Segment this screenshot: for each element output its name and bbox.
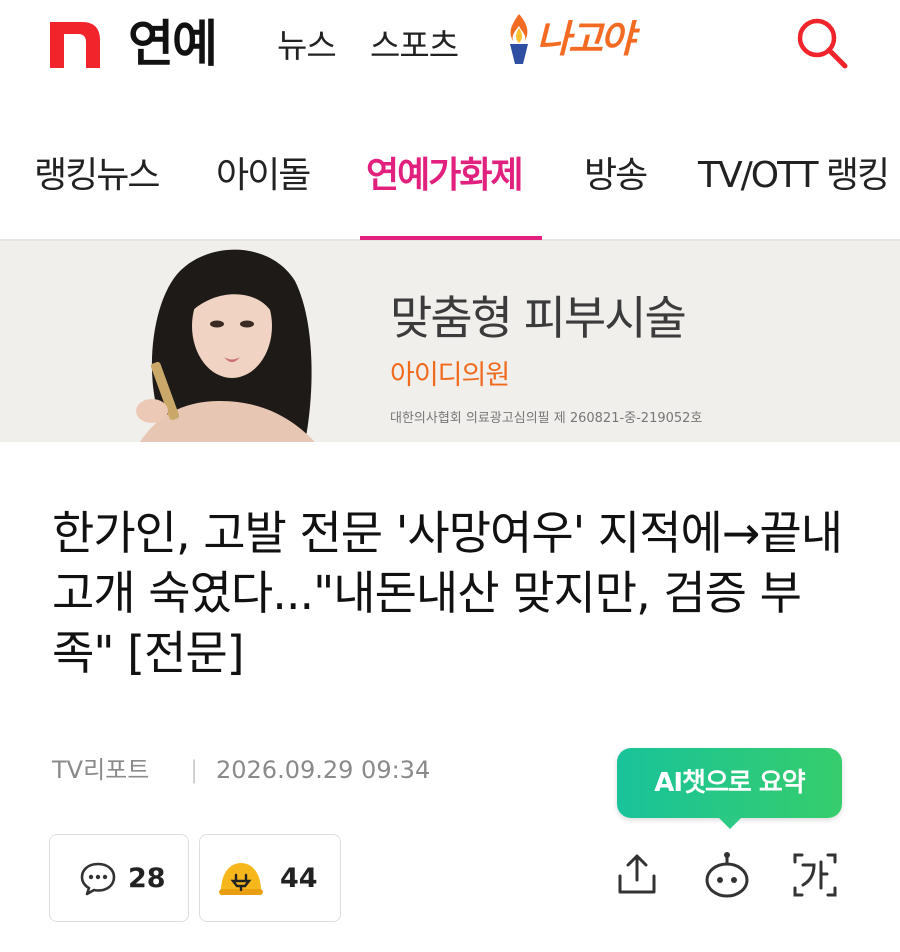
chatbot-icon[interactable] <box>702 850 752 900</box>
ad-model-photo <box>136 249 315 442</box>
nagoya-promo-text: 나고야 <box>536 17 635 61</box>
header-link-sports[interactable]: 스포츠 <box>370 26 459 66</box>
reaction-icon <box>219 863 263 895</box>
naver-n-logo-icon[interactable] <box>50 22 100 68</box>
ad-brand: 아이디의원 <box>390 360 510 391</box>
header-link-news[interactable]: 뉴스 <box>277 26 337 66</box>
torch-icon <box>510 14 528 64</box>
nagoya-promo-link[interactable]: 나고야 <box>502 12 672 68</box>
section-title[interactable]: 연예 <box>128 14 218 74</box>
reaction-button[interactable]: 44 <box>199 834 341 922</box>
search-icon[interactable] <box>795 16 849 70</box>
active-tab-indicator <box>360 236 542 240</box>
tab-broadcast[interactable]: 방송 <box>584 152 648 200</box>
article-source[interactable]: TV리포트 <box>52 754 149 786</box>
comment-icon <box>80 862 116 896</box>
ai-bubble-tail <box>716 815 744 829</box>
ad-disclaimer: 대한의사협회 의료광고심의필 제 260821-중-219052호 <box>390 411 703 426</box>
article-datetime: 2026.09.29 09:34 <box>216 756 431 784</box>
share-icon[interactable] <box>612 850 662 900</box>
tab-tv-ott-ranking[interactable]: TV/OTT 랭킹 <box>698 152 890 200</box>
article-title: 한가인, 고발 전문 '사망여우' 지적에→끝내 고개 숙였다..."내돈내산 … <box>52 506 843 680</box>
tab-entertainment-topics[interactable]: 연예가화제 <box>366 152 524 200</box>
ai-summary-button[interactable]: AI챗으로 요약 <box>617 748 842 818</box>
ad-headline: 맞춤형 피부시술 <box>390 291 687 345</box>
tab-ranking-news[interactable]: 랭킹뉴스 <box>34 152 160 200</box>
tab-idol[interactable]: 아이돌 <box>216 152 311 200</box>
comment-count: 28 <box>128 863 166 894</box>
ai-summary-label: AI챗으로 요약 <box>654 768 805 798</box>
meta-separator: | <box>190 756 199 784</box>
reaction-count: 44 <box>280 863 318 894</box>
font-size-icon[interactable] <box>790 850 840 900</box>
comment-button[interactable]: 28 <box>49 834 189 922</box>
